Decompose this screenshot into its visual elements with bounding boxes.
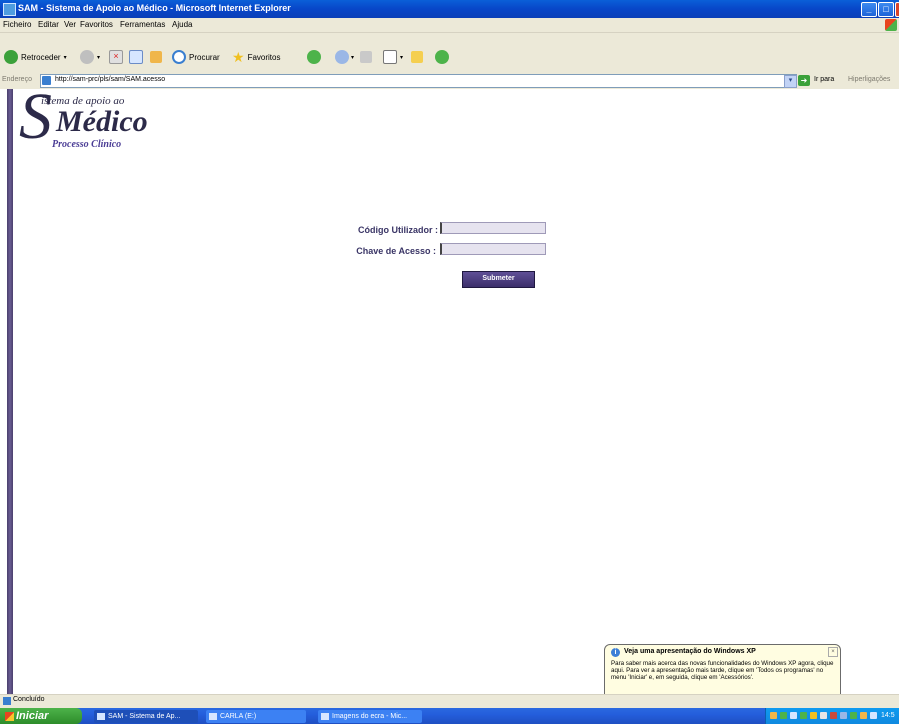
back-arrow-icon: [4, 50, 18, 64]
menu-ver[interactable]: Ver: [64, 20, 76, 29]
chevron-down-icon: ▾: [97, 54, 101, 61]
refresh-icon: [129, 50, 143, 64]
taskbar-item-carla[interactable]: CARLA (E:): [206, 710, 306, 723]
back-button[interactable]: Retroceder ▾: [4, 48, 67, 66]
tray-network-icon[interactable]: [780, 712, 787, 719]
chevron-down-icon: ▾: [351, 54, 355, 61]
tray-alert-icon[interactable]: [810, 712, 817, 719]
mail-button[interactable]: ▾: [335, 48, 354, 66]
minimize-button[interactable]: _: [861, 2, 877, 17]
windows-logo-icon: [885, 19, 897, 31]
balloon-close-icon[interactable]: ×: [828, 647, 838, 657]
address-url[interactable]: http://sam-prc/pls/sam/SAM.acesso: [55, 76, 165, 83]
user-code-input[interactable]: [440, 222, 546, 234]
refresh-button[interactable]: [129, 48, 143, 66]
messenger-button[interactable]: [435, 48, 449, 66]
window-title: SAM - Sistema de Apoio ao Médico - Micro…: [18, 3, 291, 13]
star-icon: ★: [232, 48, 245, 65]
start-label: Iniciar: [16, 710, 49, 722]
menu-editar[interactable]: Editar: [38, 20, 59, 29]
links-button[interactable]: Hiperligações: [848, 76, 890, 83]
go-arrow-icon[interactable]: ➜: [798, 75, 810, 86]
ie-icon: [97, 713, 105, 720]
taskbar-clock[interactable]: 14:5: [881, 709, 895, 723]
taskbar-item-label: CARLA (E:): [220, 713, 257, 720]
tray-speaker-icon[interactable]: [860, 712, 867, 719]
history-button[interactable]: [307, 48, 321, 66]
taskbar-item-imagens[interactable]: Imagens do ecra - Mic...: [318, 710, 422, 723]
page-done-icon: [3, 697, 11, 705]
forward-arrow-icon: [80, 50, 94, 64]
menu-ajuda[interactable]: Ajuda: [172, 20, 192, 29]
tray-usb-icon[interactable]: [840, 712, 847, 719]
document-icon: [321, 713, 329, 720]
search-button[interactable]: Procurar: [172, 48, 220, 66]
menu-favoritos[interactable]: Favoritos: [80, 20, 113, 29]
messenger-icon: [435, 50, 449, 64]
history-icon: [307, 50, 321, 64]
tray-antivirus-icon[interactable]: [830, 712, 837, 719]
maximize-button[interactable]: □: [878, 2, 894, 17]
drive-icon: [209, 713, 217, 720]
forward-button[interactable]: ▾: [80, 48, 100, 66]
logo-title: Médico: [56, 105, 148, 138]
home-button[interactable]: [150, 48, 162, 66]
window-title-bar: SAM - Sistema de Apoio ao Médico - Micro…: [0, 0, 899, 18]
logo-initial: S: [19, 80, 52, 153]
ie-app-icon: [3, 3, 16, 16]
favorites-button[interactable]: ★ Favoritos: [232, 48, 280, 66]
back-label: Retroceder: [21, 52, 61, 62]
access-key-input[interactable]: [440, 243, 546, 255]
tray-security-icon[interactable]: [800, 712, 807, 719]
tray-clock-icon: [870, 712, 877, 719]
home-icon: [150, 51, 162, 63]
page-content: [0, 89, 899, 694]
balloon-title: Veja uma apresentação do Windows XP: [624, 648, 756, 655]
close-button[interactable]: [895, 2, 899, 17]
stop-icon: ×: [109, 50, 123, 64]
taskbar-item-label: SAM - Sistema de Ap...: [108, 713, 181, 720]
tray-volume-icon[interactable]: [770, 712, 777, 719]
tray-messenger-icon[interactable]: [850, 712, 857, 719]
mail-icon: [335, 50, 349, 64]
menu-ferramentas[interactable]: Ferramentas: [120, 20, 165, 29]
chevron-down-icon: ▾: [63, 54, 67, 61]
taskbar-item-label: Imagens do ecra - Mic...: [332, 713, 408, 720]
balloon-body[interactable]: Para saber mais acerca das novas funcion…: [611, 660, 837, 682]
search-icon: [172, 50, 186, 64]
windows-flag-icon: [5, 712, 14, 721]
chevron-down-icon: ▾: [400, 54, 404, 61]
favorites-label: Favoritos: [247, 52, 281, 62]
edit-button[interactable]: ▾: [383, 48, 403, 66]
status-bar: [0, 694, 899, 708]
submit-button[interactable]: Submeter: [462, 271, 535, 288]
user-code-label: Código Utilizador :: [358, 225, 438, 235]
access-key-label: Chave de Acesso :: [356, 246, 436, 256]
address-dropdown-button[interactable]: ▾: [784, 75, 797, 88]
search-label: Procurar: [189, 52, 220, 62]
folder-icon: [411, 51, 423, 63]
left-decorative-bar: [7, 89, 13, 694]
edit-icon: [383, 50, 397, 64]
print-button[interactable]: [360, 48, 372, 66]
info-icon: i: [611, 648, 620, 657]
print-icon: [360, 51, 372, 63]
tray-app-icon[interactable]: [790, 712, 797, 719]
go-button[interactable]: Ir para: [814, 76, 834, 83]
folder-button[interactable]: [411, 48, 423, 66]
stop-button[interactable]: ×: [109, 48, 123, 66]
status-text: Concluído: [13, 696, 45, 703]
tray-device-icon[interactable]: [820, 712, 827, 719]
menu-bar: Ficheiro Editar Ver Favoritos Ferramenta…: [0, 18, 899, 33]
logo-tagline: Processo Clínico: [52, 139, 122, 150]
taskbar-item-sam[interactable]: SAM - Sistema de Ap...: [94, 710, 198, 723]
menu-ficheiro[interactable]: Ficheiro: [3, 20, 31, 29]
